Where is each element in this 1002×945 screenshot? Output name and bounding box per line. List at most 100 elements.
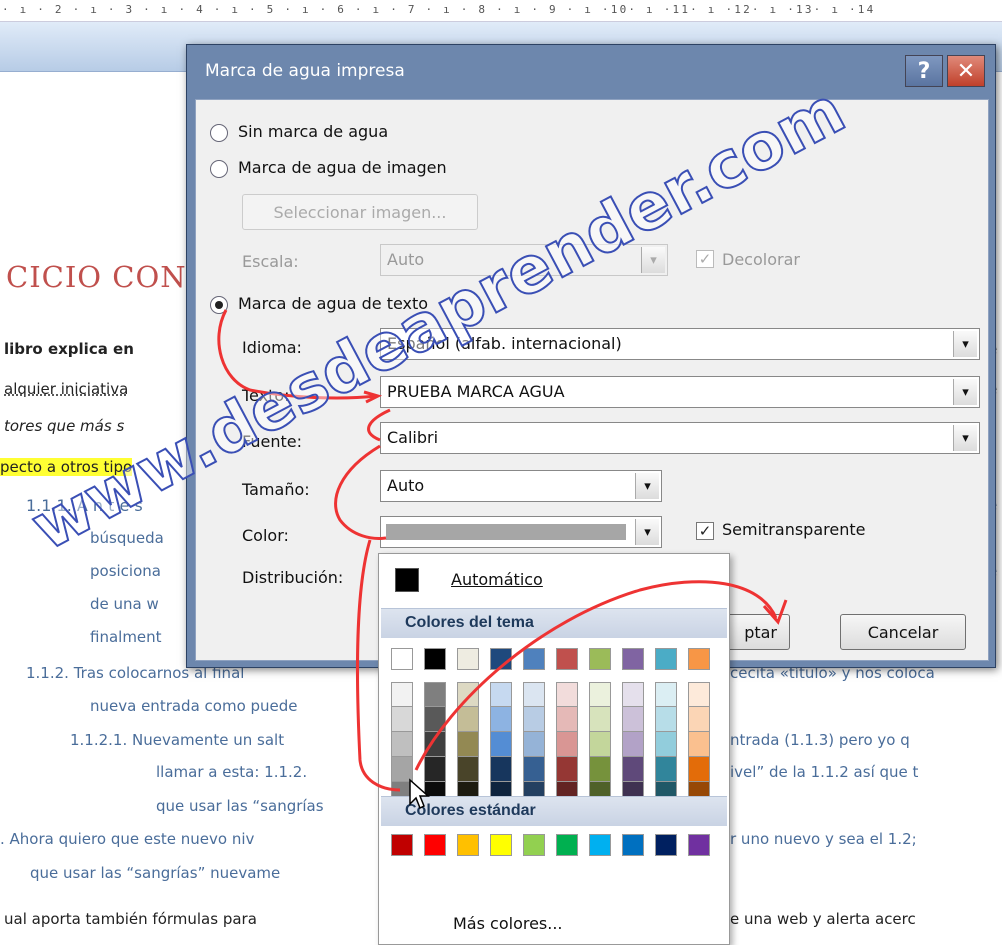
chevron-down-icon[interactable]: ▾ xyxy=(953,331,977,357)
theme-shade-swatch[interactable] xyxy=(490,757,512,782)
theme-shade-swatch[interactable] xyxy=(523,707,545,732)
document-line: llamar a esta: 1.1.2. xyxy=(156,763,308,781)
automatic-swatch xyxy=(395,568,419,592)
theme-shade-swatch[interactable] xyxy=(490,707,512,732)
language-label: Idioma: xyxy=(242,338,302,357)
document-line: 1.1.2.1. Nuevamente un salt xyxy=(70,731,285,749)
theme-shade-swatch[interactable] xyxy=(391,732,413,757)
image-watermark-label[interactable]: Marca de agua de imagen xyxy=(238,158,447,177)
image-watermark-radio[interactable] xyxy=(210,160,228,178)
standard-color-swatch[interactable] xyxy=(424,834,446,856)
text-watermark-label[interactable]: Marca de agua de texto xyxy=(238,294,428,313)
theme-color-column xyxy=(655,648,677,808)
standard-color-swatch[interactable] xyxy=(655,834,677,856)
font-select[interactable]: Calibri ▾ xyxy=(380,422,980,454)
document-heading: CICIO CON xyxy=(6,260,187,294)
no-watermark-label[interactable]: Sin marca de agua xyxy=(238,122,388,141)
theme-shade-swatch[interactable] xyxy=(457,682,479,707)
theme-color-swatch[interactable] xyxy=(589,648,611,670)
standard-color-swatch[interactable] xyxy=(589,834,611,856)
theme-shade-swatch[interactable] xyxy=(655,757,677,782)
document-line: ual aporta también fórmulas para xyxy=(4,910,257,928)
theme-shade-swatch[interactable] xyxy=(556,707,578,732)
theme-shade-swatch[interactable] xyxy=(589,732,611,757)
more-colors-option[interactable]: Más colores... xyxy=(453,914,563,933)
standard-color-swatch[interactable] xyxy=(523,834,545,856)
theme-shade-swatch[interactable] xyxy=(490,682,512,707)
theme-shade-swatch[interactable] xyxy=(655,707,677,732)
standard-color-swatch[interactable] xyxy=(622,834,644,856)
theme-shade-swatch[interactable] xyxy=(457,707,479,732)
theme-shade-swatch[interactable] xyxy=(523,682,545,707)
text-watermark-radio[interactable] xyxy=(210,296,228,314)
size-value: Auto xyxy=(387,476,425,495)
theme-color-swatch[interactable] xyxy=(391,648,413,670)
theme-shade-swatch[interactable] xyxy=(655,732,677,757)
theme-shade-swatch[interactable] xyxy=(622,757,644,782)
theme-color-swatch[interactable] xyxy=(523,648,545,670)
standard-color-swatch[interactable] xyxy=(457,834,479,856)
theme-shade-swatch[interactable] xyxy=(622,682,644,707)
help-button[interactable]: ? xyxy=(905,55,943,87)
document-line: posiciona xyxy=(90,562,161,580)
chevron-down-icon[interactable]: ▾ xyxy=(953,425,977,451)
theme-shade-swatch[interactable] xyxy=(457,732,479,757)
theme-shade-swatch[interactable] xyxy=(556,757,578,782)
theme-shade-swatch[interactable] xyxy=(556,682,578,707)
theme-shade-swatch[interactable] xyxy=(391,757,413,782)
theme-shade-swatch[interactable] xyxy=(391,707,413,732)
scale-select[interactable]: Auto ▾ xyxy=(380,244,668,276)
theme-color-swatch[interactable] xyxy=(490,648,512,670)
standard-color-swatch[interactable] xyxy=(391,834,413,856)
standard-color-swatch[interactable] xyxy=(688,834,710,856)
theme-shade-swatch[interactable] xyxy=(589,707,611,732)
theme-shade-swatch[interactable] xyxy=(556,732,578,757)
theme-color-swatch[interactable] xyxy=(622,648,644,670)
text-input[interactable]: PRUEBA MARCA AGUA ▾ xyxy=(380,376,980,408)
theme-color-swatch[interactable] xyxy=(424,648,446,670)
theme-color-grid xyxy=(391,648,721,808)
theme-shade-swatch[interactable] xyxy=(688,707,710,732)
theme-shade-swatch[interactable] xyxy=(589,757,611,782)
color-select[interactable]: ▾ xyxy=(380,516,662,548)
chevron-down-icon[interactable]: ▾ xyxy=(635,473,659,499)
theme-shade-swatch[interactable] xyxy=(490,732,512,757)
chevron-down-icon[interactable]: ▾ xyxy=(953,379,977,405)
ruler: · ı · 2 · ı · 3 · ı · 4 · ı · 5 · ı · 6 … xyxy=(0,0,1002,22)
standard-color-swatch[interactable] xyxy=(556,834,578,856)
automatic-color-option[interactable]: Automático xyxy=(387,562,721,598)
theme-shade-swatch[interactable] xyxy=(523,732,545,757)
theme-color-swatch[interactable] xyxy=(688,648,710,670)
semitransparent-label: Semitransparente xyxy=(722,520,866,539)
document-line: ntrada (1.1.3) pero yo q xyxy=(730,731,910,749)
language-select[interactable]: Español (alfab. internacional) ▾ xyxy=(380,328,980,360)
theme-shade-swatch[interactable] xyxy=(424,707,446,732)
theme-color-swatch[interactable] xyxy=(457,648,479,670)
semitransparent-checkbox[interactable]: ✓ xyxy=(696,522,714,540)
size-select[interactable]: Auto ▾ xyxy=(380,470,662,502)
theme-shade-swatch[interactable] xyxy=(622,707,644,732)
theme-shade-swatch[interactable] xyxy=(688,757,710,782)
font-label: Fuente: xyxy=(242,432,302,451)
select-image-button[interactable]: Seleccionar imagen... xyxy=(242,194,478,230)
theme-shade-swatch[interactable] xyxy=(523,757,545,782)
theme-shade-swatch[interactable] xyxy=(622,732,644,757)
theme-shade-swatch[interactable] xyxy=(688,682,710,707)
no-watermark-radio[interactable] xyxy=(210,124,228,142)
theme-shade-swatch[interactable] xyxy=(589,682,611,707)
chevron-down-icon[interactable]: ▾ xyxy=(635,519,659,545)
theme-shade-swatch[interactable] xyxy=(424,682,446,707)
close-button[interactable]: ✕ xyxy=(947,55,985,87)
theme-color-swatch[interactable] xyxy=(655,648,677,670)
washout-checkbox[interactable]: ✓ xyxy=(696,250,714,268)
theme-color-swatch[interactable] xyxy=(556,648,578,670)
theme-shade-swatch[interactable] xyxy=(457,757,479,782)
theme-shade-swatch[interactable] xyxy=(424,732,446,757)
theme-shade-swatch[interactable] xyxy=(391,682,413,707)
cancel-button[interactable]: Cancelar xyxy=(840,614,966,650)
chevron-down-icon[interactable]: ▾ xyxy=(641,247,665,273)
theme-shade-swatch[interactable] xyxy=(424,757,446,782)
theme-shade-swatch[interactable] xyxy=(688,732,710,757)
theme-shade-swatch[interactable] xyxy=(655,682,677,707)
standard-color-swatch[interactable] xyxy=(490,834,512,856)
